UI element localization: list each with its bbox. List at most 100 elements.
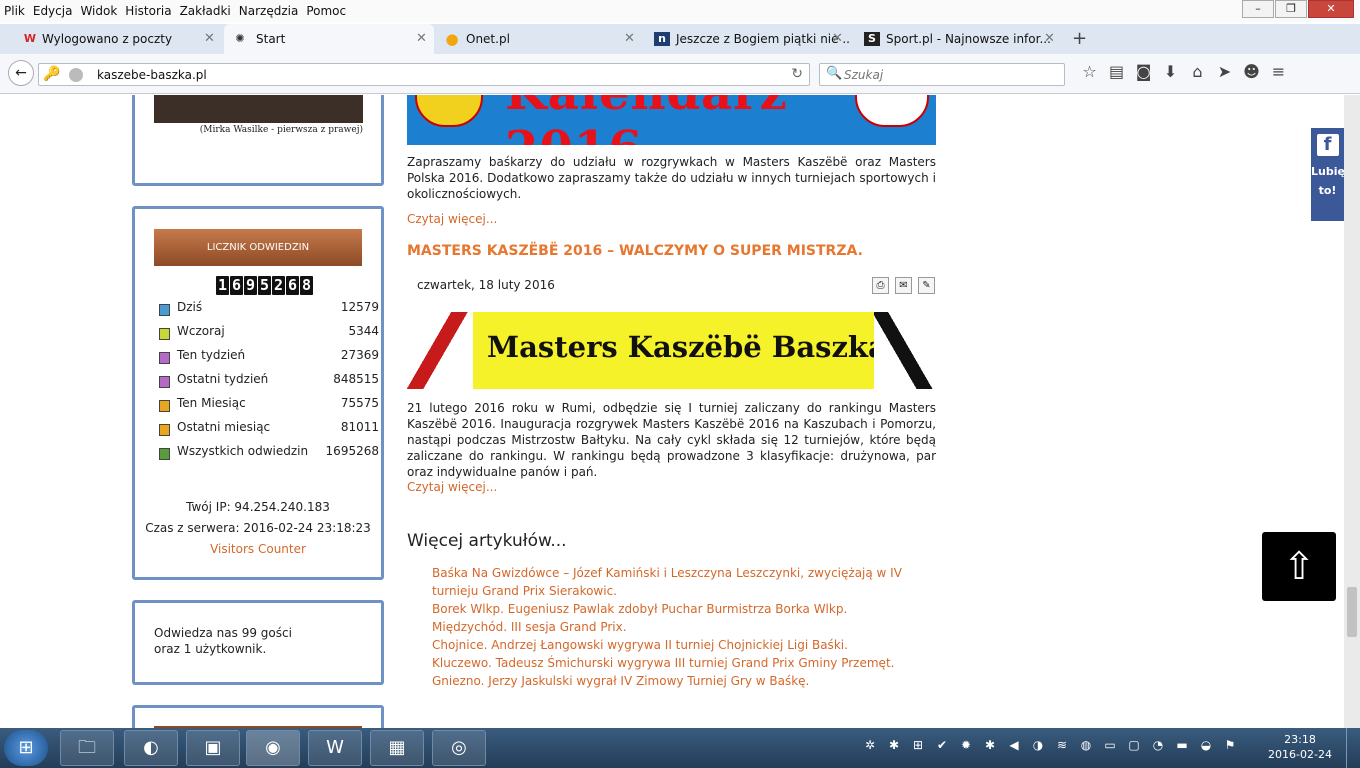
menu-widok[interactable]: Widok <box>76 4 121 18</box>
tray-icon[interactable]: ▬ <box>1170 738 1194 752</box>
window-controls: – ❐ ✕ <box>1241 0 1354 18</box>
visitors-counter-link[interactable]: Visitors Counter <box>135 542 381 556</box>
stat-row: Ten tydzień 27369 <box>159 348 379 366</box>
url-bar[interactable]: 🔑 kaszebe-baszka.pl ↻ <box>38 63 810 86</box>
tray-icon[interactable]: ✹ <box>954 738 978 752</box>
tab-close-icon[interactable]: ✕ <box>832 24 846 54</box>
read-more-link[interactable]: Czytaj więcej... <box>407 480 497 494</box>
article-link[interactable]: Gniezno. Jerzy Jaskulski wygrał IV Zimow… <box>432 672 942 690</box>
counter-digit: 9 <box>244 276 257 295</box>
windows-taskbar: ⊞ 🗀 ◐ ▣ ◉ W ▦ ◎ ✲ ✱ ⊞ ✔ ✹ ✱ ◀ ◑ ≋ ◍ ▭ ▢ ◔ ▬ ◒ ⚑ 23:18 2… <box>0 728 1360 768</box>
image-viewer-icon[interactable]: ▣ <box>186 730 240 766</box>
tab-close-icon[interactable]: ✕ <box>1044 24 1058 54</box>
tray-icon[interactable]: ▢ <box>1122 738 1146 752</box>
reload-button[interactable]: ↻ <box>791 66 803 82</box>
new-tab-button[interactable]: + <box>1072 24 1087 54</box>
stat-value: 81011 <box>340 420 379 434</box>
scroll-to-top-button[interactable]: ⇧ <box>1262 532 1336 601</box>
key-icon[interactable]: 🔑 <box>43 66 60 82</box>
firefox-icon[interactable]: ◉ <box>246 730 300 766</box>
tab-sport[interactable]: S Sport.pl - Najnowsze infor... ✕ <box>856 24 1062 54</box>
email-icon[interactable]: ✉ <box>895 277 912 294</box>
tray-icon[interactable]: ✔ <box>930 738 954 752</box>
back-button[interactable]: ← <box>8 60 34 86</box>
tray-icon[interactable]: ⚑ <box>1218 738 1242 752</box>
article-text: 21 lutego 2016 roku w Rumi, odbędzie się… <box>407 401 936 479</box>
send-icon[interactable]: ➤ <box>1211 62 1238 81</box>
article-link[interactable]: Chojnice. Andrzej Łangowski wygrywa II t… <box>432 636 942 654</box>
calendar-banner[interactable]: Kalendarz 2016 <box>407 95 936 145</box>
article-title[interactable]: MASTERS KASZËBË 2016 – WALCZYMY O SUPER … <box>407 243 863 259</box>
article-link[interactable]: Kluczewo. Tadeusz Śmichurski wygrywa III… <box>432 654 942 672</box>
tab-naszdziennik[interactable]: n Jeszcze z Bogiem piątki nie ... ✕ <box>646 24 850 54</box>
chat-icon[interactable]: ☻ <box>1238 62 1265 81</box>
clock-date: 2016-02-24 <box>1268 748 1332 761</box>
explorer-icon[interactable]: 🗀 <box>60 730 114 766</box>
stat-row: Wszystkich odwiedzin 1695268 <box>159 444 379 462</box>
minimize-button[interactable]: – <box>1242 0 1274 18</box>
tab-onet[interactable]: ● Onet.pl ✕ <box>436 24 642 54</box>
tab-start[interactable]: ✺ Start ✕ <box>224 24 434 54</box>
page-scrollbar[interactable] <box>1344 95 1360 728</box>
read-more-link[interactable]: Czytaj więcej... <box>407 212 497 226</box>
article-link[interactable]: Baśka Na Gwizdówce – Józef Kamiński i Le… <box>432 564 942 600</box>
word-icon[interactable]: W <box>308 730 362 766</box>
picasa-icon[interactable]: ◐ <box>124 730 178 766</box>
hamburger-menu-icon[interactable]: ≡ <box>1265 62 1292 81</box>
print-icon[interactable]: ⎙ <box>872 277 889 294</box>
tray-icon[interactable]: ≋ <box>1050 738 1074 752</box>
stat-icon <box>159 400 170 412</box>
photo-gallery-icon[interactable]: ▦ <box>370 730 424 766</box>
tray-icon[interactable]: ▭ <box>1098 738 1122 752</box>
tab-close-icon[interactable]: ✕ <box>624 24 638 54</box>
more-articles-heading: Więcej artykułów... <box>407 531 567 551</box>
menu-edycja[interactable]: Edycja <box>29 4 77 18</box>
globe-icon <box>69 68 83 82</box>
system-clock[interactable]: 23:18 2016-02-24 <box>1268 732 1332 762</box>
menu-historia[interactable]: Historia <box>121 4 175 18</box>
menu-plik[interactable]: Plik <box>0 4 29 18</box>
tournament-photo <box>154 95 363 123</box>
counter-digits: 1 6 9 5 2 6 8 <box>216 276 314 295</box>
edit-icon[interactable]: ✎ <box>918 277 935 294</box>
reading-list-icon[interactable]: ▤ <box>1103 62 1130 81</box>
tray-icon[interactable]: ✱ <box>882 738 906 752</box>
photo-box: (Mirka Wasilke - pierwsza z prawej) <box>132 95 384 186</box>
home-icon[interactable]: ⌂ <box>1184 62 1211 81</box>
tray-icon[interactable]: ◍ <box>1074 738 1098 752</box>
facebook-like-widget[interactable]: f Lubię to! <box>1311 128 1344 221</box>
article-link[interactable]: Międzychód. III sesja Grand Prix. <box>432 618 942 636</box>
media-icon[interactable]: ◎ <box>432 730 486 766</box>
counter-digit: 2 <box>272 276 285 295</box>
tab-close-icon[interactable]: ✕ <box>204 24 218 54</box>
stat-value: 27369 <box>340 348 379 362</box>
tray-icon[interactable]: ⊞ <box>906 738 930 752</box>
close-window-button[interactable]: ✕ <box>1308 0 1354 18</box>
menu-zakladki[interactable]: Zakładki <box>176 4 235 18</box>
tray-icon[interactable]: ✲ <box>858 738 882 752</box>
stat-label: Ostatni miesiąc <box>177 420 271 434</box>
bookmark-star-icon[interactable]: ☆ <box>1076 62 1103 81</box>
show-desktop-button[interactable] <box>1346 728 1360 768</box>
article-link[interactable]: Borek Wlkp. Eugeniusz Pawlak zdobył Puch… <box>432 600 942 618</box>
tab-strip: W Wylogowano z poczty ✕ ✺ Start ✕ ● Onet… <box>0 24 1360 54</box>
menu-pomoc[interactable]: Pomoc <box>302 4 350 18</box>
maximize-button[interactable]: ❐ <box>1275 0 1307 18</box>
search-box[interactable]: 🔍 <box>819 63 1065 86</box>
tray-icon[interactable]: ◑ <box>1026 738 1050 752</box>
tray-icon[interactable]: ◒ <box>1194 738 1218 752</box>
menu-narzedzia[interactable]: Narzędzia <box>235 4 303 18</box>
tray-icon[interactable]: ✱ <box>978 738 1002 752</box>
tray-icon[interactable]: ◀ <box>1002 738 1026 752</box>
sport-favicon-icon: S <box>864 32 880 46</box>
tab-poczta[interactable]: W Wylogowano z poczty ✕ <box>6 24 222 54</box>
pocket-icon[interactable]: ◙ <box>1130 62 1157 81</box>
scrollbar-thumb[interactable] <box>1347 587 1357 637</box>
tray-icon[interactable]: ◔ <box>1146 738 1170 752</box>
start-button[interactable]: ⊞ <box>4 730 48 766</box>
url-text[interactable]: kaszebe-baszka.pl <box>97 68 207 82</box>
tab-close-icon[interactable]: ✕ <box>416 24 430 54</box>
stat-label: Wczoraj <box>177 324 225 338</box>
search-input[interactable] <box>844 66 1054 83</box>
downloads-icon[interactable]: ⬇ <box>1157 62 1184 81</box>
